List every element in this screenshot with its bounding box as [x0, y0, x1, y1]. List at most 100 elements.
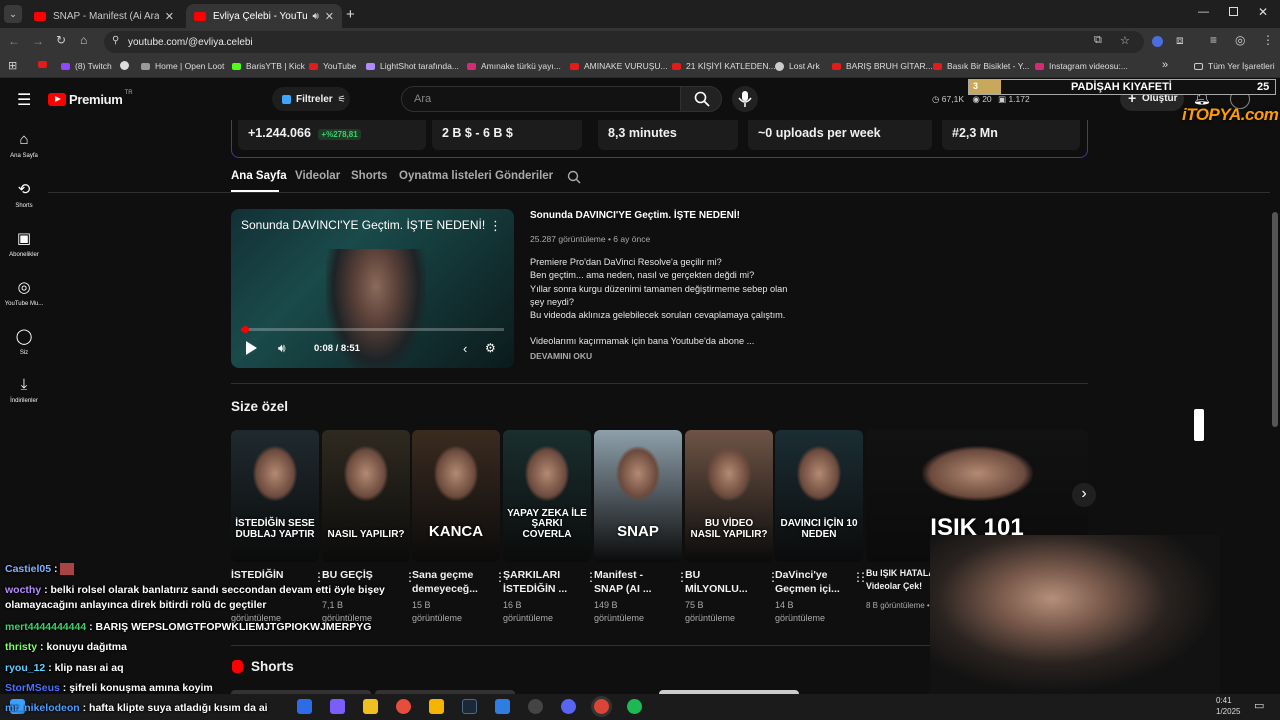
forward-icon[interactable]: → — [32, 34, 44, 48]
video-thumbnail[interactable]: SNAP — [594, 430, 682, 562]
video-title[interactable]: Manifest - SNAP (AI ... — [594, 568, 674, 596]
tab-snap[interactable]: SNAP - Manifest (Ai Arabesk Co ✕ — [26, 4, 182, 28]
discord-icon[interactable] — [561, 699, 576, 714]
video-thumbnail[interactable]: KANCA — [412, 430, 500, 562]
tab-evliya[interactable]: Evliya Çelebi - YouTube 🔊︎ ✕ — [186, 4, 342, 28]
filters-button[interactable]: Filtreler ⚟ — [272, 87, 350, 111]
video-thumbnail[interactable]: İSTEDİĞİN SESE DUBLAJ YAPTIR — [231, 430, 319, 562]
taskbar-clock[interactable]: 0:41 — [1216, 696, 1232, 705]
media-icon[interactable]: ≡ — [1210, 33, 1217, 47]
bookmark-item[interactable]: (8) Twitch — [61, 61, 112, 71]
bookmark-item[interactable]: LightShot tarafında... — [366, 61, 459, 71]
more-options-icon[interactable]: ⋮ — [489, 218, 502, 234]
new-tab-button[interactable]: + — [346, 6, 355, 23]
taskbar-date[interactable]: 1/2025 — [1216, 707, 1240, 716]
taskbar-app-icon[interactable] — [528, 699, 543, 714]
channel-search-icon[interactable] — [567, 170, 581, 184]
file-explorer-icon[interactable] — [429, 699, 444, 714]
taskbar-app-icon[interactable] — [363, 699, 378, 714]
chevron-left-icon[interactable]: ‹ — [463, 341, 467, 356]
bookmark-item[interactable] — [120, 61, 134, 70]
more-options-icon[interactable]: ⋮ — [852, 570, 864, 584]
tab-shorts[interactable]: Shorts — [351, 170, 387, 182]
spotify-icon[interactable] — [627, 699, 642, 714]
video-title[interactable]: ŞARKILARI İSTEDİĞİN ... — [503, 568, 583, 596]
taskbar-app-icon[interactable] — [495, 699, 510, 714]
bookmark-item[interactable]: 21 KİŞİYİ KATLEDEN... — [672, 61, 776, 71]
bookmark-item[interactable] — [38, 61, 52, 68]
next-arrow-button[interactable]: › — [1072, 483, 1096, 507]
sidebar-item-downloads[interactable]: ⤓ İndirilenler — [0, 376, 48, 404]
notification-icon[interactable]: ▭ — [1254, 699, 1264, 712]
bookmark-item[interactable]: AMINAKE VURUŞU... — [570, 61, 668, 71]
bookmark-item[interactable]: Home | Open Loot — [141, 61, 224, 71]
progress-bar[interactable] — [241, 326, 504, 333]
more-bookmarks[interactable]: » — [1162, 59, 1168, 71]
video-thumbnail[interactable]: NASIL YAPILIR? — [322, 430, 410, 562]
restore-button[interactable] — [1229, 7, 1238, 16]
back-icon[interactable]: ← — [8, 34, 20, 48]
extensions-icon[interactable]: ⧈ — [1176, 33, 1184, 48]
read-more-link[interactable]: DEVAMINI OKU — [530, 351, 592, 361]
sidebar-item-music[interactable]: ◎ YouTube Mu... — [0, 278, 48, 307]
bookmark-item[interactable]: Instagram videosu:... — [1035, 61, 1128, 71]
video-title[interactable]: BU GEÇİŞ — [322, 568, 402, 582]
close-window-button[interactable]: ✕ — [1258, 5, 1268, 19]
youtube-favicon-icon — [933, 62, 942, 70]
featured-video-title[interactable]: Sonunda DAVINCI'YE Geçtim. İŞTE NEDENİ! — [530, 210, 740, 221]
volume-icon[interactable]: 🔊︎ — [278, 341, 286, 356]
vpn-icon[interactable]: ◎ — [1235, 33, 1245, 47]
bookmark-item[interactable]: Basık Bir Bisiklet - Y... — [933, 61, 1029, 71]
steam-icon[interactable] — [462, 699, 477, 714]
video-title[interactable]: DaVinci'ye Geçmen içi... — [775, 568, 855, 596]
taskbar-app-icon[interactable] — [297, 699, 312, 714]
youtube-logo[interactable]: Premium TR — [48, 90, 133, 107]
play-icon[interactable] — [246, 341, 257, 355]
sidebar-item-you[interactable]: ◯ Siz — [0, 327, 48, 356]
progress-knob[interactable] — [241, 326, 249, 333]
bookmark-item[interactable]: BarisYTB | Kick — [232, 61, 305, 71]
taskbar-app-icon[interactable] — [330, 699, 345, 714]
tab-home[interactable]: Ana Sayfa — [231, 170, 287, 182]
video-title[interactable]: İSTEDİĞİN — [231, 568, 311, 582]
voice-search-button[interactable] — [732, 86, 758, 112]
hamburger-menu-icon[interactable]: ☰ — [17, 90, 31, 110]
star-icon[interactable]: ☆ — [1120, 34, 1130, 47]
sidebar-item-home[interactable]: ⌂ Ana Sayfa — [0, 131, 48, 159]
apps-icon[interactable]: ⊞ — [8, 59, 17, 72]
tab-posts[interactable]: Gönderiler — [495, 170, 553, 182]
video-thumbnail[interactable]: BU VİDEO NASIL YAPILIR? — [685, 430, 773, 562]
profile-avatar[interactable] — [1152, 36, 1163, 47]
tab-videos[interactable]: Videolar — [295, 170, 340, 182]
site-info-icon[interactable]: ⚲ — [112, 35, 119, 46]
minimize-button[interactable]: — — [1198, 6, 1209, 18]
tab-playlists[interactable]: Oynatma listeleri — [399, 170, 492, 182]
reload-icon[interactable]: ↻ — [56, 33, 66, 47]
video-thumbnail[interactable]: YAPAY ZEKA İLE ŞARKI COVERLA — [503, 430, 591, 562]
video-title[interactable]: BU MİLYONLU... — [685, 568, 765, 596]
settings-icon[interactable]: ⚙ — [485, 341, 496, 355]
video-views: 16 B — [503, 600, 522, 610]
bookmark-item[interactable]: Lost Ark — [775, 61, 820, 71]
scrollbar-thumb[interactable] — [1272, 212, 1278, 427]
menu-icon[interactable]: ⋮ — [1262, 33, 1274, 47]
close-icon[interactable]: ✕ — [325, 10, 334, 23]
tab-search-button[interactable]: ⌄ — [4, 5, 22, 23]
chrome-icon[interactable] — [396, 699, 411, 714]
install-icon[interactable]: ⧉ — [1094, 34, 1102, 47]
home-icon[interactable]: ⌂ — [80, 33, 87, 47]
featured-video-player[interactable]: Sonunda DAVINCI'YE Geçtim. İŞTE NEDENİ! … — [231, 209, 514, 368]
chrome-icon[interactable] — [594, 699, 609, 714]
close-icon[interactable]: ✕ — [165, 10, 174, 23]
sidebar-item-shorts[interactable]: ⟲ Shorts — [0, 180, 48, 209]
bookmark-item[interactable]: Amınake türkü yayı... — [467, 61, 561, 71]
sidebar-item-subscriptions[interactable]: ▣ Abonelikler — [0, 229, 48, 258]
bookmark-item[interactable]: YouTube — [309, 61, 356, 71]
search-input[interactable]: Ara — [401, 86, 681, 112]
video-thumbnail[interactable]: DAVINCI İÇİN 10 NEDEN — [775, 430, 863, 562]
search-button[interactable] — [680, 86, 722, 112]
all-bookmarks[interactable]: Tüm Yer İşaretleri — [1194, 61, 1275, 71]
bookmark-item[interactable]: BARIŞ BRUH GİTAR... — [832, 61, 933, 71]
speaker-icon[interactable]: 🔊︎ — [312, 11, 318, 22]
address-bar[interactable]: ⚲ youtube.com/@evliya.celebi ⧉ ☆ — [104, 31, 1144, 53]
